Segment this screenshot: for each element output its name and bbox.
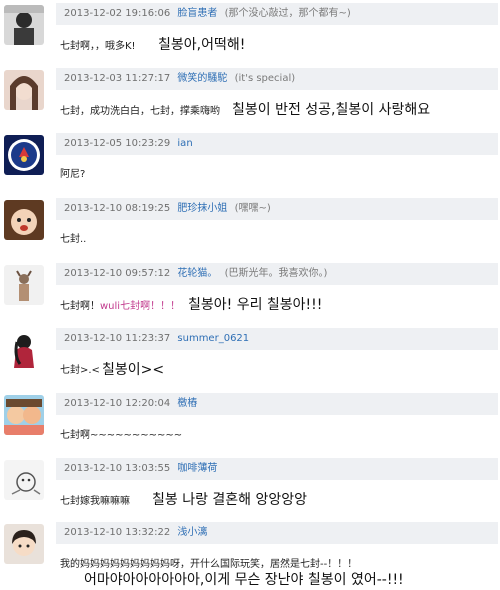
comment-translation: 칠봉이>< — [102, 362, 165, 378]
comment-username[interactable]: 咖啡薄荷 — [177, 463, 217, 474]
comment-item: 2013-12-03 11:27:17 微笑的騷駝 (it's special)… — [0, 68, 500, 128]
comment-translation: 칠봉아! 우리 칠봉아!!! — [188, 297, 323, 313]
comment-text: 七封嫁我嘛嘛嘛 — [60, 496, 130, 507]
comment-text: 我的妈妈妈妈妈妈妈妈妈呀，开什么国际玩笑，居然是七封--！！！ — [60, 559, 358, 570]
comment-header: 2013-12-10 13:03:55 咖啡薄荷 — [56, 458, 498, 480]
comment-item: 2013-12-10 08:19:25 肥珍抹小姐 (嘿嘿~) 七封.. — [0, 198, 500, 258]
comment-item: 2013-12-10 09:57:12 花轮猫。 (巴斯光年。我喜欢你。) 七封… — [0, 263, 500, 325]
comment-header: 2013-12-10 09:57:12 花轮猫。 (巴斯光年。我喜欢你。) — [56, 263, 498, 285]
user-avatar[interactable] — [4, 5, 44, 45]
comment-item: 2013-12-10 13:32:22 浅小漓 我的妈妈妈妈妈妈妈妈妈呀，开什么… — [0, 522, 500, 590]
comment-header: 2013-12-10 11:23:37 summer_0621 — [56, 328, 498, 350]
comment-text: 七封>.< — [60, 365, 100, 376]
comment-text: 七封啊~~~~~~~~~~~ — [60, 430, 183, 441]
user-avatar[interactable] — [4, 200, 44, 240]
comment-timestamp: 2013-12-10 08:19:25 — [64, 203, 171, 214]
comment-username[interactable]: 花轮猫。 — [177, 268, 217, 279]
comment-item: 2013-12-10 12:20:04 檄樁 七封啊~~~~~~~~~~~ — [0, 393, 500, 453]
comment-text: 七封.. — [60, 234, 87, 245]
comment-header: 2013-12-10 08:19:25 肥珍抹小姐 (嘿嘿~) — [56, 198, 498, 220]
comment-username[interactable]: 脸盲患者 — [177, 8, 217, 19]
comment-header: 2013-12-02 19:16:06 脸盲患者 (那个没心敲过，那个都有~) — [56, 3, 498, 25]
user-avatar[interactable] — [4, 135, 44, 175]
comment-item: 2013-12-02 19:16:06 脸盲患者 (那个没心敲过，那个都有~) … — [0, 3, 500, 65]
user-avatar[interactable] — [4, 265, 44, 305]
comment-timestamp: 2013-12-03 11:27:17 — [64, 73, 171, 84]
comment-item: 2013-12-10 13:03:55 咖啡薄荷 七封嫁我嘛嘛嘛 칠봉 나랑 결… — [0, 458, 500, 518]
comment-text: 阿尼? — [60, 169, 86, 180]
comment-username[interactable]: 肥珍抹小姐 — [177, 203, 227, 214]
comment-header: 2013-12-10 12:20:04 檄樁 — [56, 393, 498, 415]
comment-signature: (巴斯光年。我喜欢你。) — [224, 268, 328, 279]
user-avatar[interactable] — [4, 524, 44, 564]
comment-header: 2013-12-10 13:32:22 浅小漓 — [56, 522, 498, 544]
comment-timestamp: 2013-12-10 11:23:37 — [64, 333, 171, 344]
comment-timestamp: 2013-12-10 12:20:04 — [64, 398, 171, 409]
user-avatar[interactable] — [4, 70, 44, 110]
comment-translation: 어마야아아아아아아,이게 무슨 장난야 칠봉이 였어--!!! — [84, 572, 404, 588]
comment-signature: (那个没心敲过，那个都有~) — [224, 8, 351, 19]
comment-translation: 칠봉아,어떡해! — [158, 37, 246, 53]
comment-translation: 칠봉 나랑 결혼해 앙앙앙앙 — [152, 492, 308, 508]
comment-timestamp: 2013-12-02 19:16:06 — [64, 8, 171, 19]
comment-timestamp: 2013-12-10 09:57:12 — [64, 268, 171, 279]
user-avatar[interactable] — [4, 395, 44, 435]
user-avatar[interactable] — [4, 330, 44, 370]
comment-text: 七封啊，，哦多K! — [60, 41, 136, 52]
comment-username[interactable]: 檄樁 — [177, 398, 197, 409]
comment-signature: (it's special) — [234, 73, 296, 84]
comment-text: 七封，成功洗白白，七封，撑乘嗨哟 — [60, 106, 220, 117]
comment-header: 2013-12-05 10:23:29 ian — [56, 133, 498, 155]
comment-username[interactable]: ian — [177, 138, 192, 149]
comment-feed: 2013-12-02 19:16:06 脸盲患者 (那个没心敲过，那个都有~) … — [0, 0, 500, 590]
comment-item: 2013-12-05 10:23:29 ian 阿尼? — [0, 133, 500, 193]
comment-timestamp: 2013-12-05 10:23:29 — [64, 138, 171, 149]
comment-username[interactable]: summer_0621 — [177, 333, 249, 344]
comment-header: 2013-12-03 11:27:17 微笑的騷駝 (it's special) — [56, 68, 498, 90]
user-avatar[interactable] — [4, 460, 44, 500]
comment-username[interactable]: 浅小漓 — [177, 527, 207, 538]
comment-text: 七封啊！ — [60, 301, 100, 312]
comment-username[interactable]: 微笑的騷駝 — [177, 73, 227, 84]
comment-timestamp: 2013-12-10 13:03:55 — [64, 463, 171, 474]
comment-translation: 칠봉이 반전 성공,칠봉이 사랑해요 — [232, 102, 431, 118]
comment-text-highlight: wuli七封啊！！！ — [100, 301, 181, 312]
comment-signature: (嘿嘿~) — [234, 203, 271, 214]
comment-timestamp: 2013-12-10 13:32:22 — [64, 527, 171, 538]
comment-item: 2013-12-10 11:23:37 summer_0621 七封>.< 칠봉… — [0, 328, 500, 388]
